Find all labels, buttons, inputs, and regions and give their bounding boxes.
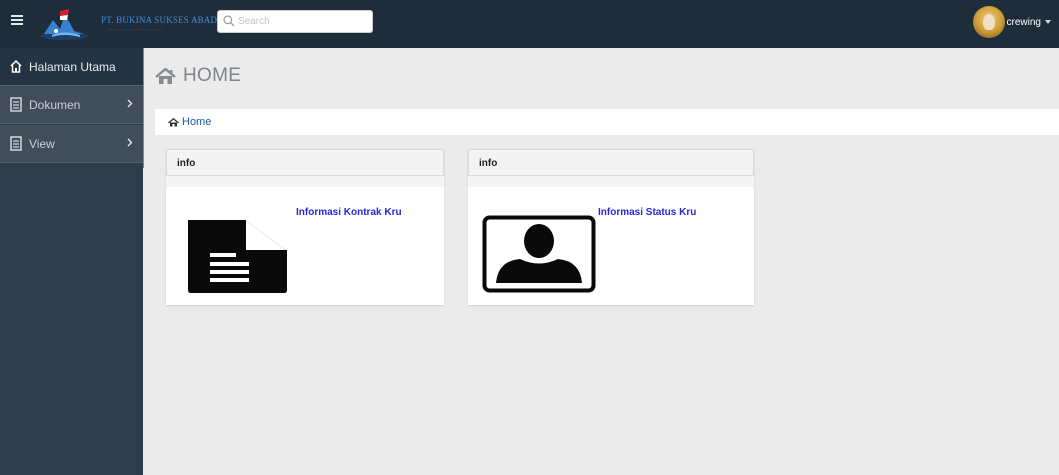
document-icon xyxy=(10,97,22,112)
informasi-kontrak-kru-link[interactable]: Informasi Kontrak Kru xyxy=(296,207,402,218)
sidebar-item-label: Halaman Utama xyxy=(29,60,116,74)
top-navbar: PT. BUKINA SUKSES ABADI ———————————— cre… xyxy=(0,0,1059,48)
search-input[interactable] xyxy=(238,13,368,30)
sidebar-item-label: View xyxy=(29,137,55,151)
informasi-status-kru-link[interactable]: Informasi Status Kru xyxy=(598,207,696,218)
company-logo xyxy=(40,9,88,40)
sidebar-divider xyxy=(143,48,144,168)
info-card-kontrak: info Informasi Kontrak Kru xyxy=(166,149,444,305)
sidebar-item-view[interactable]: View xyxy=(0,125,143,163)
card-divider xyxy=(166,176,444,187)
user-profile-icon xyxy=(482,215,596,293)
menu-icon[interactable] xyxy=(11,15,23,25)
home-icon xyxy=(168,117,179,126)
search-icon xyxy=(223,15,235,27)
page-title: HOME xyxy=(155,65,241,87)
card-divider xyxy=(468,176,754,187)
card-header: info xyxy=(166,149,444,176)
company-name: PT. BUKINA SUKSES ABADI xyxy=(101,15,221,25)
caret-down-icon xyxy=(1045,20,1051,24)
breadcrumb-home-link[interactable]: Home xyxy=(182,116,211,128)
breadcrumb: Home xyxy=(155,109,1059,135)
search-box[interactable] xyxy=(217,10,373,33)
chevron-right-icon xyxy=(127,138,133,147)
document-icon xyxy=(10,136,22,151)
sidebar-item-halaman-utama[interactable]: Halaman Utama xyxy=(0,48,143,86)
chevron-right-icon xyxy=(127,99,133,108)
company-tagline: ———————————— xyxy=(108,26,164,31)
page-title-text: HOME xyxy=(183,65,242,86)
home-icon xyxy=(155,67,176,84)
sidebar-item-label: Dokumen xyxy=(29,98,81,112)
card-header-text: info xyxy=(479,158,498,169)
user-menu[interactable]: crewing xyxy=(972,6,1051,38)
card-header: info xyxy=(468,149,754,176)
info-card-status: info Informasi Status Kru xyxy=(468,149,754,305)
sidebar-item-dokumen[interactable]: Dokumen xyxy=(0,86,143,124)
avatar[interactable] xyxy=(972,6,1005,38)
document-file-icon xyxy=(188,220,287,293)
sidebar: Halaman Utama Dokumen View xyxy=(0,48,143,475)
card-header-text: info xyxy=(177,158,196,169)
home-icon xyxy=(10,59,22,73)
user-name: crewing xyxy=(1006,16,1041,28)
